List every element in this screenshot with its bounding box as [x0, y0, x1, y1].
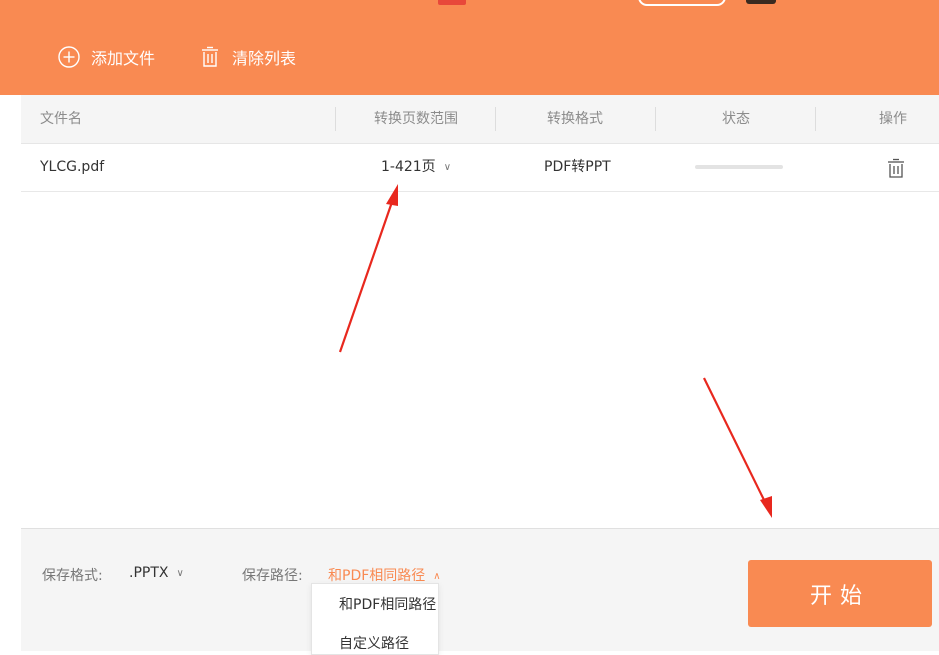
save-format-select[interactable]: .PPTX ∨: [129, 565, 184, 581]
conversion-format: PDF转PPT: [544, 159, 611, 175]
header-page-range: 转换页数范围: [374, 111, 458, 127]
toolbar: 添加文件 清除列表: [0, 0, 939, 95]
save-path-value: 和PDF相同路径: [328, 568, 426, 584]
arrow-to-start-button: [703, 377, 772, 518]
add-file-button[interactable]: 添加文件: [58, 43, 155, 71]
header-filename: 文件名: [40, 111, 82, 127]
header-divider: [815, 107, 816, 131]
arrow-to-page-range: [338, 184, 398, 353]
chevron-up-icon: ∧: [433, 571, 441, 582]
header-divider: [655, 107, 656, 131]
page-range-select[interactable]: 1-421页 ∨: [381, 144, 451, 191]
avatar-partial: [746, 0, 776, 4]
window-icon-partial: [438, 0, 466, 5]
add-file-label: 添加文件: [91, 49, 156, 68]
save-format-label: 保存格式:: [42, 568, 103, 584]
window-pill-partial: [638, 0, 726, 6]
trash-icon: [888, 158, 904, 178]
header-action: 操作: [879, 111, 907, 127]
chevron-down-icon: ∨: [176, 568, 184, 579]
path-option-same-as-pdf[interactable]: 和PDF相同路径: [339, 594, 436, 614]
page-range-value: 1-421页: [381, 159, 436, 175]
save-path-dropdown: 和PDF相同路径 自定义路径: [311, 583, 439, 655]
trash-icon: [202, 46, 218, 67]
save-path-select[interactable]: 和PDF相同路径 ∧: [328, 565, 441, 585]
header-format: 转换格式: [547, 111, 603, 127]
save-format-value: .PPTX: [129, 565, 169, 581]
table-header: 文件名 转换页数范围 转换格式 状态 操作: [21, 95, 939, 144]
chevron-down-icon: ∨: [443, 162, 452, 173]
header-divider: [495, 107, 496, 131]
start-button-label: 开始: [809, 583, 870, 609]
start-button[interactable]: 开始: [748, 560, 932, 627]
delete-row-button[interactable]: [887, 158, 905, 182]
clear-list-label: 清除列表: [232, 49, 297, 68]
plus-circle-icon: [58, 46, 80, 68]
status-progress-bar: [695, 165, 783, 169]
header-status: 状态: [722, 111, 750, 127]
footer-panel: 保存格式: .PPTX ∨ 保存路径: 和PDF相同路径 ∧ 开始: [21, 528, 939, 651]
file-name: YLCG.pdf: [40, 159, 105, 175]
path-option-custom[interactable]: 自定义路径: [339, 633, 409, 653]
table-row[interactable]: YLCG.pdf 1-421页 ∨ PDF转PPT: [21, 144, 939, 192]
header-divider: [335, 107, 336, 131]
clear-list-button[interactable]: 清除列表: [199, 43, 296, 71]
save-path-label: 保存路径:: [242, 568, 303, 584]
